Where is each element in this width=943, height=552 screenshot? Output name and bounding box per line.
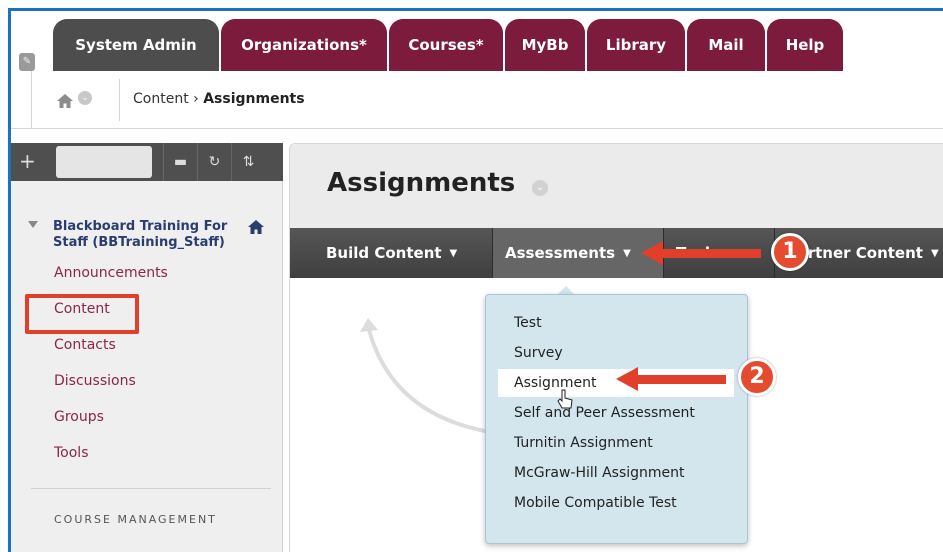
step-badge-1: 1 (771, 233, 809, 271)
menu-item-survey[interactable]: Survey (498, 339, 734, 367)
build-content-button[interactable]: Build Content ▼ (314, 228, 490, 278)
chevron-down-icon[interactable]: ⌄ (532, 180, 548, 196)
top-tab-bar: ✎ System Admin Organizations* Courses* M… (11, 11, 943, 71)
annotation-arrow-1 (661, 249, 761, 258)
chevron-down-icon: ▼ (930, 247, 939, 259)
tab-mybb[interactable]: MyBb (505, 19, 585, 71)
tab-mail[interactable]: Mail (687, 19, 765, 71)
sidebar-item-announcements[interactable]: Announcements (54, 265, 168, 281)
tab-label: Library (605, 36, 667, 54)
tab-label: Organizations* (241, 36, 367, 54)
sidebar-item-groups[interactable]: Groups (54, 409, 104, 425)
menu-item-test[interactable]: Test (498, 309, 734, 337)
annotation-arrow-head-1 (641, 241, 663, 265)
action-bar: Build Content▼ Assessments▼ Tools▼ Partn… (290, 228, 943, 278)
annotation-arrow-2 (636, 375, 726, 384)
course-home-icon[interactable] (247, 219, 265, 235)
button-label: Assessments (505, 244, 616, 262)
add-menu-item-button[interactable]: + (19, 147, 49, 177)
course-title[interactable]: Blackboard Training For Staff (BBTrainin… (53, 219, 253, 251)
course-management-heading[interactable]: COURSE MANAGEMENT (54, 513, 217, 526)
tab-help[interactable]: Help (767, 19, 843, 71)
tab-label: Help (785, 36, 825, 54)
page-title: Assignments (327, 168, 516, 198)
button-label: Build Content (326, 244, 442, 262)
breadcrumb: ⌄ Content › Assignments (31, 71, 943, 129)
breadcrumb-link-content[interactable]: Content (133, 91, 189, 107)
assessments-button[interactable]: Assessments ▼ (493, 228, 663, 278)
edit-icon[interactable]: ✎ (19, 53, 35, 71)
collapse-caret-icon[interactable] (28, 221, 38, 228)
step-badge-2: 2 (738, 358, 776, 396)
breadcrumb-separator: › (193, 91, 199, 107)
app-frame: ✎ System Admin Organizations* Courses* M… (8, 8, 943, 552)
course-menu-sidebar: + ▬ ↻ ⇅ Blackboard Training For Staff (B… (11, 143, 283, 552)
chevron-down-icon[interactable]: ⌄ (78, 91, 92, 105)
assessments-dropdown-menu: Test Survey Assignment Self and Peer Ass… (485, 294, 748, 544)
sidebar-toolbar: + ▬ ↻ ⇅ (11, 143, 283, 181)
refresh-icon[interactable]: ↻ (197, 143, 231, 181)
chevron-down-icon: ▼ (449, 247, 458, 259)
tab-system-admin[interactable]: System Admin (53, 19, 219, 71)
sidebar-item-contacts[interactable]: Contacts (54, 337, 116, 353)
curved-arrow-decoration (360, 318, 491, 434)
menu-item-turnitin-assignment[interactable]: Turnitin Assignment (498, 429, 734, 457)
home-icon[interactable] (56, 93, 74, 109)
sidebar-item-tools[interactable]: Tools (54, 445, 89, 461)
sidebar-search-box[interactable] (56, 146, 152, 178)
sidebar-item-discussions[interactable]: Discussions (54, 373, 136, 389)
sort-icon[interactable]: ⇅ (231, 143, 265, 181)
tab-label: Mail (708, 36, 744, 54)
breadcrumb-current: Assignments (203, 91, 305, 107)
tab-organizations[interactable]: Organizations* (221, 19, 387, 71)
menu-item-self-peer-assessment[interactable]: Self and Peer Assessment (498, 399, 734, 427)
tab-label: Courses* (408, 36, 484, 54)
breadcrumb-bar: ⌄ Content › Assignments (11, 71, 943, 129)
annotation-arrow-head-2 (616, 367, 638, 391)
folder-view-icon[interactable]: ▬ (163, 143, 197, 181)
tab-label: MyBb (521, 36, 569, 54)
page-header: Assignments ⌄ (290, 144, 943, 228)
pointer-cursor-icon (557, 389, 573, 409)
chevron-down-icon: ▼ (623, 247, 631, 259)
tab-library[interactable]: Library (587, 19, 685, 71)
menu-item-mobile-compatible-test[interactable]: Mobile Compatible Test (498, 489, 734, 517)
breadcrumb-path: Content › Assignments (133, 91, 305, 107)
menu-item-mcgraw-hill-assignment[interactable]: McGraw-Hill Assignment (498, 459, 734, 487)
divider (31, 488, 271, 489)
tab-courses[interactable]: Courses* (389, 19, 503, 71)
content-highlight-box (25, 294, 139, 334)
tab-label: System Admin (75, 36, 197, 54)
divider (119, 79, 120, 121)
